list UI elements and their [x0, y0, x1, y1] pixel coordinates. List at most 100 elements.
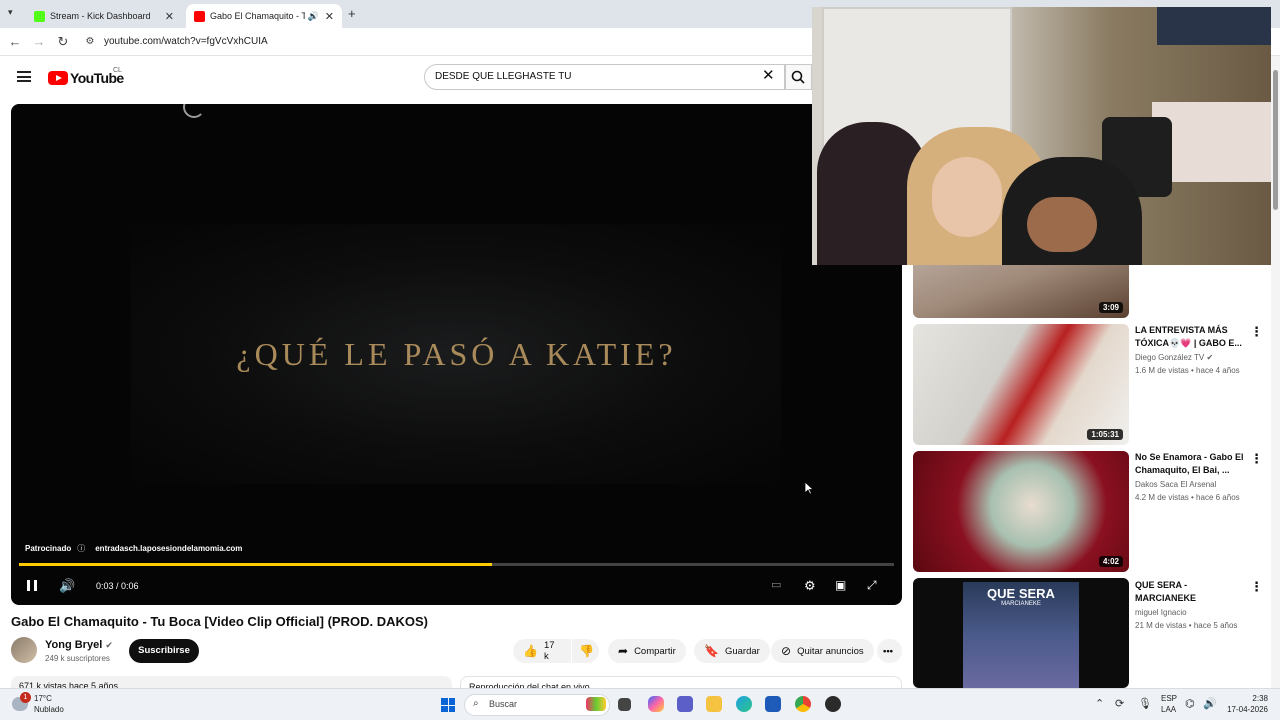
related-thumbnail[interactable]: 1:05:31	[913, 324, 1129, 445]
clock-time[interactable]: 2:38	[1240, 694, 1268, 703]
menu-icon[interactable]	[17, 71, 31, 82]
windows-start-icon[interactable]	[441, 698, 455, 712]
tab-list-chevron-icon[interactable]: ▾	[8, 7, 13, 18]
player-controls: 🔊 0:03 / 0:06 ▭ ⚙ ▣ ⤢	[11, 574, 902, 598]
volume-icon[interactable]: 🔊	[1203, 697, 1217, 710]
network-icon[interactable]: ⌬	[1185, 697, 1195, 710]
time-display: 0:03 / 0:06	[96, 581, 139, 591]
related-thumbnail[interactable]: QUE SERA MARCIANEKE	[913, 578, 1129, 688]
pause-icon[interactable]	[27, 580, 37, 591]
share-button[interactable]: ➦ Compartir	[608, 639, 686, 663]
close-icon[interactable]: ✕	[165, 10, 174, 23]
video-player[interactable]: ¿QUÉ LE PASÓ A KATIE? Patrocinado ⓘ entr…	[11, 104, 902, 605]
remove-ads-label: Quitar anuncios	[797, 645, 864, 657]
store-icon[interactable]	[765, 696, 781, 712]
dislike-button[interactable]: 👎	[572, 639, 599, 663]
duration-badge: 1:05:31	[1087, 429, 1123, 440]
remove-ads-button[interactable]: ⊘ Quitar anuncios	[771, 639, 874, 663]
keyboard-layout[interactable]: LAA	[1161, 705, 1176, 714]
share-label: Compartir	[634, 645, 676, 657]
weather-desc[interactable]: Nublado	[34, 705, 64, 714]
settings-icon[interactable]: ⚙	[804, 578, 816, 594]
thumbnail-text: QUE SERA	[987, 586, 1055, 601]
more-vert-icon[interactable]: ⋮	[1250, 324, 1263, 340]
language-indicator[interactable]: ESP	[1161, 694, 1177, 703]
related-meta: 21 M de vistas • hace 5 años	[1135, 621, 1238, 630]
page-scrollbar[interactable]	[1271, 56, 1280, 688]
widgets-icon[interactable]	[586, 697, 606, 711]
edge-icon[interactable]	[736, 696, 752, 712]
channel-name-text: Yong Bryel	[45, 639, 103, 651]
speaker-icon[interactable]: 🔊	[308, 11, 319, 22]
webcam-face	[932, 157, 1002, 237]
taskbar-search-placeholder: Buscar	[489, 699, 518, 709]
related-title[interactable]: No Se Enamora - Gabo El Chamaquito, El B…	[1135, 451, 1247, 477]
subscriber-count: 249 k suscriptores	[45, 654, 110, 663]
reload-icon[interactable]: ↻	[55, 34, 71, 50]
tab-youtube[interactable]: Gabo El Chamaquito - Tu Bo 🔊 ✕	[186, 4, 342, 28]
forward-icon[interactable]: →	[31, 34, 47, 50]
related-thumbnail[interactable]: 4:02	[913, 451, 1129, 572]
webcam-overlay	[812, 7, 1271, 265]
related-channel[interactable]: Dakos Saca El Arsenal	[1135, 480, 1216, 489]
info-icon[interactable]: ⓘ	[77, 543, 85, 554]
loading-spinner-icon	[183, 104, 205, 118]
save-button[interactable]: 🔖 Guardar	[694, 639, 770, 663]
obs-icon[interactable]	[825, 696, 841, 712]
search-button[interactable]	[785, 64, 812, 90]
related-channel[interactable]: miguel Ignacio	[1135, 608, 1187, 617]
sponsored-label[interactable]: Patrocinado ⓘ entradasch.laposesiondelam…	[25, 543, 242, 554]
more-vert-icon[interactable]: ⋮	[1250, 579, 1263, 595]
thumbs-up-icon: 👍	[523, 644, 538, 658]
scrollbar-thumb[interactable]	[1273, 70, 1278, 210]
teams-icon[interactable]	[677, 696, 693, 712]
progress-fill	[19, 563, 492, 566]
related-title[interactable]: QUE SERA - MARCIANEKE	[1135, 579, 1247, 605]
new-tab-button[interactable]: +	[348, 6, 356, 21]
duration-badge: 3:09	[1098, 302, 1123, 313]
tab-kick-dashboard[interactable]: Stream - Kick Dashboard ✕	[26, 4, 182, 28]
copilot-icon[interactable]	[648, 696, 664, 712]
thumbnail-art: QUE SERA MARCIANEKE	[963, 582, 1079, 688]
tab-title: Stream - Kick Dashboard	[50, 11, 151, 21]
more-icon: •••	[883, 645, 893, 657]
related-channel[interactable]: Diego González TV ✔	[1135, 353, 1213, 362]
more-actions-button[interactable]: •••	[877, 639, 902, 663]
subscribe-button[interactable]: Suscribirse	[129, 639, 199, 663]
youtube-favicon-icon	[194, 10, 205, 22]
like-count: 17 k	[543, 640, 555, 662]
task-view-icon[interactable]	[618, 698, 631, 711]
duration-badge: 4:02	[1098, 556, 1123, 567]
sponsor-url[interactable]: entradasch.laposesiondelamomia.com	[95, 544, 242, 553]
bookmark-icon: 🔖	[704, 644, 719, 658]
progress-bar[interactable]	[19, 563, 894, 566]
chrome-icon[interactable]	[795, 696, 811, 712]
back-icon[interactable]: ←	[7, 34, 23, 50]
sync-icon[interactable]: ⟳	[1115, 697, 1124, 710]
search-icon: ⌕	[473, 698, 479, 709]
theater-mode-icon[interactable]: ▣	[835, 578, 846, 592]
more-vert-icon[interactable]: ⋮	[1250, 451, 1263, 467]
weather-temp[interactable]: 17°C	[34, 694, 52, 703]
close-icon[interactable]: ✕	[325, 10, 334, 23]
subtitles-icon[interactable]: ▭	[771, 578, 781, 591]
volume-icon[interactable]: 🔊	[59, 578, 75, 594]
search-input[interactable]: DESDE QUE LLEGHASTE TU	[424, 64, 785, 90]
thumbnail-subtext: MARCIANEKE	[1001, 601, 1041, 607]
clear-search-icon[interactable]: ✕	[762, 66, 775, 84]
channel-name[interactable]: Yong Bryel ✔	[45, 639, 113, 651]
save-label: Guardar	[724, 645, 760, 657]
fullscreen-icon[interactable]: ⤢	[867, 578, 877, 593]
clock-date[interactable]: 17-04-2026	[1222, 705, 1268, 714]
webcam-face	[1027, 197, 1097, 252]
site-info-icon[interactable]: ⚙	[82, 34, 98, 50]
like-button[interactable]: 👍 17 k	[513, 639, 571, 663]
related-title[interactable]: LA ENTREVISTA MÁS TÓXICA💀💗 | GABO E...	[1135, 324, 1247, 350]
url-text[interactable]: youtube.com/watch?v=fgVcVxhCUIA	[104, 36, 268, 47]
file-explorer-icon[interactable]	[706, 696, 722, 712]
youtube-play-icon	[48, 71, 68, 85]
tray-chevron-icon[interactable]: ⌃	[1095, 697, 1104, 710]
microphone-icon[interactable]: 🎙	[1138, 697, 1152, 710]
avatar[interactable]	[11, 637, 37, 663]
sponsor-label: Patrocinado	[25, 544, 72, 553]
